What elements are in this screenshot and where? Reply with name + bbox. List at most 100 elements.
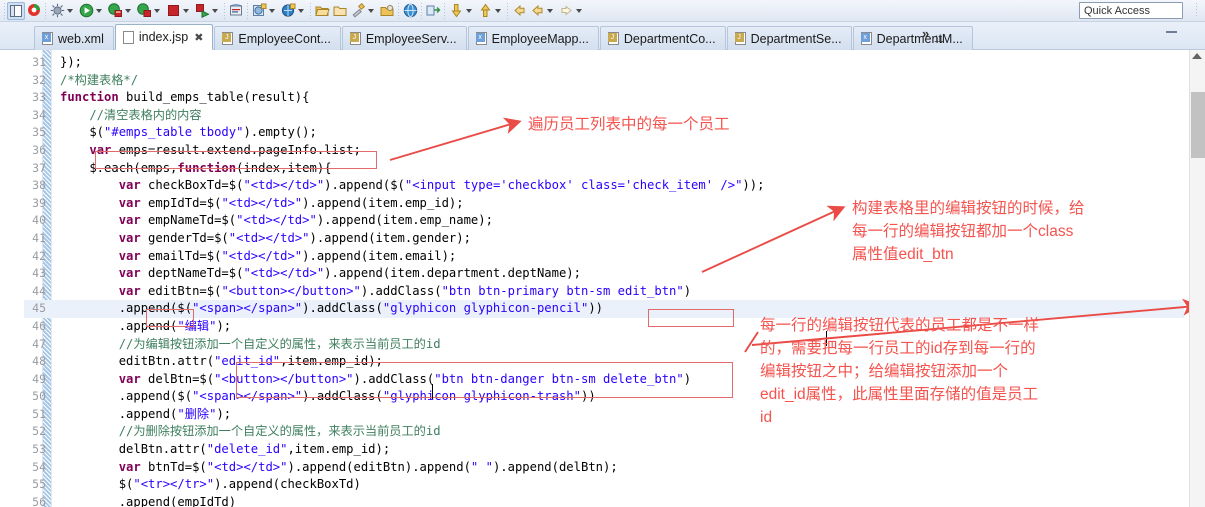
chevron-down-icon[interactable] <box>368 8 374 13</box>
code-token-plain: ).empty(); <box>243 125 317 140</box>
code-line[interactable]: 56 .append(empIdTd) <box>24 494 1184 507</box>
chevron-down-icon[interactable] <box>298 8 304 13</box>
code-line-text: .append($("<span></span>").addClass("gly… <box>60 300 603 318</box>
next-edit-icon[interactable] <box>557 2 575 20</box>
chevron-down-icon[interactable] <box>125 8 131 13</box>
code-token-plain: ).addClass( <box>302 389 383 404</box>
code-line[interactable]: 43 var deptNameTd=$("<td></td>").append(… <box>24 265 1184 283</box>
editor-tab-6[interactable]: J DepartmentSe... <box>726 26 852 50</box>
chevron-down-icon[interactable] <box>547 8 553 13</box>
code-token-kw: var <box>118 178 141 193</box>
editor-tab-1[interactable]: index.jsp ✖ <box>114 24 214 50</box>
editor-tab-7[interactable]: x DepartmentM... <box>852 26 973 50</box>
prev-annotation-icon[interactable] <box>476 2 494 20</box>
code-token-str: "<tr></tr>" <box>133 477 215 492</box>
chevron-down-icon[interactable] <box>183 8 189 13</box>
refactor-icon[interactable] <box>424 2 442 20</box>
code-line[interactable]: 38 var checkBoxTd=$("<td></td>").append(… <box>24 177 1184 195</box>
code-line-text: }); <box>60 54 82 72</box>
code-token-str: "<td></td>" <box>243 178 325 193</box>
restore-perspective-icon[interactable] <box>7 1 25 20</box>
line-number: 43 <box>32 266 46 281</box>
chevron-down-icon[interactable] <box>212 8 218 13</box>
build-icon[interactable] <box>349 2 367 20</box>
next-annotation-icon[interactable] <box>447 2 465 20</box>
xml-file-icon: x <box>42 32 54 45</box>
chevron-down-icon[interactable] <box>576 8 582 13</box>
back-history-icon[interactable] <box>510 2 528 20</box>
new-dynamic-icon[interactable] <box>279 2 297 20</box>
forward-history-icon[interactable] <box>528 2 546 20</box>
code-line[interactable]: 31}); <box>24 54 1184 72</box>
tab-overflow-icon[interactable]: » <box>922 26 929 41</box>
scroll-up-arrow-icon[interactable] <box>1192 53 1202 59</box>
run-server-icon[interactable] <box>106 2 124 20</box>
editor-tabs: x web.xml index.jsp ✖ J EmployeeCont... J Emplo… <box>34 22 974 50</box>
toolbar-separator <box>310 2 311 19</box>
jsp-file-icon <box>122 30 135 44</box>
code-line[interactable]: 37 $.each(emps,function(index,item){ <box>24 160 1184 178</box>
code-line[interactable]: 36 var emps=result.extend.pageInfo.list; <box>24 142 1184 160</box>
new-wizard-icon[interactable] <box>227 2 245 20</box>
line-number: 31 <box>32 55 46 69</box>
editor-tab-5[interactable]: J DepartmentCo... <box>599 26 726 50</box>
code-token-plain: ).append(checkBoxTd) <box>214 477 361 492</box>
line-number: 45 <box>32 301 46 316</box>
code-line[interactable]: 54 var btnTd=$("<td></td>").append(editB… <box>24 459 1184 477</box>
tab-close-icon[interactable]: ✖ <box>194 31 203 44</box>
code-line[interactable]: 53 delBtn.attr("delete_id",item.emp_id); <box>24 441 1184 459</box>
code-line[interactable]: 32 /*构建表格*/ <box>24 72 1184 90</box>
chevron-down-icon[interactable] <box>67 8 73 13</box>
code-line-text: var empNameTd=$("<td></td>").append(item… <box>60 212 493 230</box>
code-line-text: var checkBoxTd=$("<td></td>").append($("… <box>60 177 765 195</box>
code-line[interactable]: 44 var editBtn=$("<button></button>").ad… <box>24 283 1184 301</box>
code-line[interactable]: 55 $("<tr></tr>").append(checkBoxTd) <box>24 476 1184 494</box>
code-line-text: .append("编辑"); <box>60 318 231 336</box>
chevron-down-icon[interactable] <box>466 8 472 13</box>
stop-icon[interactable] <box>164 2 182 20</box>
chevron-down-icon[interactable] <box>495 8 501 13</box>
panel-icon <box>9 4 23 18</box>
toolbar-separator <box>4 2 5 19</box>
chevron-down-icon[interactable] <box>96 8 102 13</box>
code-token-cmt: //清空表格内的内容 <box>60 107 202 122</box>
scrollbar-thumb[interactable] <box>1191 92 1205 158</box>
editor-minimize-button[interactable] <box>1166 30 1177 33</box>
editor-tab-0[interactable]: x web.xml <box>34 26 114 50</box>
code-line-text: delBtn.attr("delete_id",item.emp_id); <box>60 441 391 459</box>
code-token-plain: ).addClass( <box>353 371 435 386</box>
code-token-plain: $( <box>60 477 134 492</box>
chevron-down-icon[interactable] <box>154 8 160 13</box>
toolbar-separator <box>398 2 399 19</box>
code-token-cmt: //为删除按钮添加一个自定义的属性，来表示当前员工的id <box>60 424 441 439</box>
code-token-plain: empIdTd=$( <box>140 195 222 210</box>
chevron-down-icon[interactable] <box>269 8 275 13</box>
run-icon[interactable] <box>77 2 95 20</box>
code-token-plain: ).addClass( <box>360 283 442 298</box>
xml-file-icon: x <box>475 32 488 45</box>
editor-tab-3[interactable]: J EmployeeServ... <box>341 26 467 50</box>
editor-tab-label: DepartmentCo... <box>623 31 716 46</box>
code-token-plain: ).addClass( <box>302 301 383 316</box>
save-folder-icon[interactable] <box>331 2 349 20</box>
open-type-icon[interactable] <box>25 2 43 20</box>
code-line[interactable]: 33 function build_emps_table(result){ <box>24 89 1184 107</box>
browser-icon[interactable] <box>401 2 419 20</box>
editor-tab-4[interactable]: x EmployeeMapp... <box>467 26 599 50</box>
code-token-str: "<button></button>" <box>214 371 354 386</box>
code-token-plain: ) <box>683 283 692 298</box>
new-web-project-icon[interactable] <box>250 2 268 20</box>
debug-icon[interactable] <box>48 2 66 20</box>
editor-vertical-scrollbar[interactable] <box>1189 50 1205 507</box>
editor-tab-2[interactable]: J EmployeeCont... <box>214 26 341 50</box>
code-token-plain: (index,item){ <box>236 160 332 175</box>
line-number: 50 <box>32 389 46 404</box>
code-token-kw: var <box>118 283 141 298</box>
deploy-icon[interactable] <box>378 2 396 20</box>
quick-access-input[interactable]: Quick Access <box>1079 2 1183 19</box>
run-external-icon[interactable] <box>135 2 153 20</box>
line-number: 53 <box>32 442 46 457</box>
open-folder-icon[interactable] <box>313 2 331 20</box>
code-token-plain: ).append(item.department.deptName); <box>324 266 581 281</box>
publish-icon[interactable] <box>193 2 211 20</box>
